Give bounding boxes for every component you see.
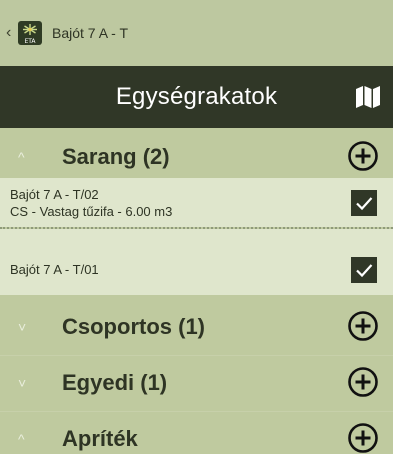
section-title: Apríték xyxy=(62,426,138,451)
chevron-up-icon: ^ xyxy=(18,148,25,165)
add-button[interactable] xyxy=(347,422,379,454)
map-button[interactable] xyxy=(355,85,381,109)
add-button[interactable] xyxy=(347,310,379,342)
item-subtitle: CS - Vastag tűzifa - 6.00 m3 xyxy=(10,204,173,219)
section-title: Sarang (2) xyxy=(62,143,170,169)
screen-header: Egységrakatok xyxy=(0,66,393,128)
chevron-left-icon[interactable]: ‹ xyxy=(6,25,16,41)
app-title: Bajót 7 A - T xyxy=(52,25,129,41)
item-checkbox[interactable] xyxy=(351,190,377,216)
section-header-apritek[interactable]: ^ Apríték xyxy=(0,410,393,454)
page-title: Egységrakatok xyxy=(115,83,278,110)
check-icon xyxy=(356,197,373,211)
item-checkbox[interactable] xyxy=(351,257,377,283)
list-item[interactable]: Bajót 7 A - T/02 CS - Vastag tűzifa - 6.… xyxy=(0,178,393,227)
plus-circle-icon xyxy=(348,367,378,397)
eta-logo-icon: ETA xyxy=(18,21,42,45)
chevron-down-icon: ˅ xyxy=(18,318,27,335)
add-button[interactable] xyxy=(347,366,379,398)
chevron-up-icon: ^ xyxy=(18,431,25,447)
section-title: Egyedi (1) xyxy=(62,369,168,395)
plus-circle-icon xyxy=(348,423,378,453)
plus-circle-icon xyxy=(348,141,378,171)
chevron-down-icon: ˅ xyxy=(18,374,27,391)
check-icon xyxy=(356,264,373,278)
item-title: Bajót 7 A - T/01 xyxy=(10,262,99,277)
item-title: Bajót 7 A - T/02 xyxy=(10,187,99,202)
map-icon xyxy=(356,86,380,108)
list-item[interactable]: Bajót 7 A - T/01 xyxy=(0,229,393,295)
app-icon-label: ETA xyxy=(24,38,36,45)
section-header-egyedi[interactable]: ˅ Egyedi (1) xyxy=(0,354,393,412)
section-title: Csoportos (1) xyxy=(62,313,205,339)
plus-circle-icon xyxy=(348,311,378,341)
section-header-csoportos[interactable]: ˅ Csoportos (1) xyxy=(0,298,393,356)
add-button[interactable] xyxy=(347,140,379,172)
top-app-bar: ‹ ETA Bajót 7 A - T xyxy=(0,0,393,66)
